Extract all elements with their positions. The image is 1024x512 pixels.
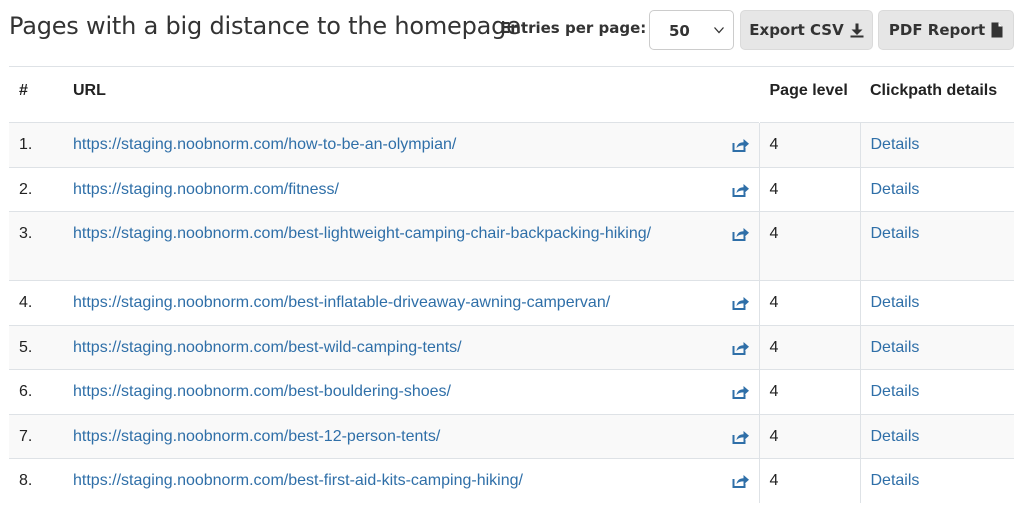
page-level-value: 4	[759, 369, 861, 414]
index-column-header: #	[9, 66, 63, 123]
details-link[interactable]: Details	[871, 294, 920, 311]
details-link[interactable]: Details	[871, 225, 920, 242]
details-link[interactable]: Details	[871, 136, 920, 153]
export-csv-button[interactable]: Export CSV	[740, 10, 873, 50]
page-level-value: 4	[759, 458, 861, 503]
details-cell: Details	[860, 324, 1014, 370]
pdf-report-button[interactable]: PDF Report	[878, 10, 1014, 50]
row-index: 3.	[9, 211, 63, 281]
page-level-value: 4	[759, 122, 861, 167]
row-index: 7.	[9, 413, 63, 459]
entries-per-page-label: Entries per page:	[500, 19, 647, 37]
share-icon[interactable]	[732, 473, 750, 488]
page-level-column-header: Page level	[759, 66, 860, 123]
page-level-value: 4	[759, 166, 861, 212]
url-cell: https://staging.noobnorm.com/best-12-per…	[63, 413, 760, 459]
table-row: 6. https://staging.noobnorm.com/best-boul…	[9, 369, 1014, 414]
url-cell: https://staging.noobnorm.com/best-lightw…	[63, 211, 760, 281]
details-link[interactable]: Details	[871, 472, 920, 489]
share-icon[interactable]	[732, 429, 750, 444]
details-cell: Details	[860, 166, 1014, 212]
page-level-value: 4	[759, 413, 861, 459]
page-level-value: 4	[759, 324, 861, 370]
details-cell: Details	[860, 369, 1014, 414]
row-index: 4.	[9, 280, 63, 325]
url-cell: https://staging.noobnorm.com/best-inflat…	[63, 280, 760, 325]
details-link[interactable]: Details	[871, 428, 920, 445]
share-icon[interactable]	[732, 226, 750, 241]
share-icon[interactable]	[732, 137, 750, 152]
share-icon[interactable]	[732, 340, 750, 355]
page-header: Pages with a big distance to the homepag…	[0, 0, 1024, 62]
entries-per-page-select[interactable]: 50	[649, 10, 734, 50]
url-link[interactable]: https://staging.noobnorm.com/how-to-be-a…	[73, 136, 456, 153]
page-level-value: 4	[759, 211, 861, 281]
details-cell: Details	[860, 122, 1014, 167]
url-cell: https://staging.noobnorm.com/fitness/	[63, 166, 760, 212]
clickpath-details-column-header: Clickpath details	[860, 66, 1014, 123]
page-level-value: 4	[759, 280, 861, 325]
pdf-report-label: PDF Report	[888, 21, 986, 39]
row-index: 1.	[9, 122, 63, 167]
pages-table: # URL Page level Clickpath details 1. htt…	[9, 66, 1014, 503]
url-cell: https://staging.noobnorm.com/best-first-…	[63, 458, 760, 503]
row-index: 5.	[9, 324, 63, 370]
url-link[interactable]: https://staging.noobnorm.com/best-inflat…	[73, 294, 610, 311]
url-link[interactable]: https://staging.noobnorm.com/best-boulde…	[73, 383, 451, 400]
url-cell: https://staging.noobnorm.com/best-boulde…	[63, 369, 760, 414]
table-row: 4. https://staging.noobnorm.com/best-infl…	[9, 280, 1014, 325]
entries-per-page-value: 50	[669, 22, 690, 40]
row-index: 8.	[9, 458, 63, 503]
chevron-down-icon	[714, 27, 724, 34]
details-link[interactable]: Details	[871, 339, 920, 356]
url-link[interactable]: https://staging.noobnorm.com/best-12-per…	[73, 428, 440, 445]
table-row: 7. https://staging.noobnorm.com/best-12-p…	[9, 413, 1014, 459]
table-row: 8. https://staging.noobnorm.com/best-firs…	[9, 458, 1014, 503]
url-link[interactable]: https://staging.noobnorm.com/fitness/	[73, 181, 339, 198]
table-row: 5. https://staging.noobnorm.com/best-wild…	[9, 324, 1014, 370]
share-icon[interactable]	[732, 295, 750, 310]
details-link[interactable]: Details	[871, 383, 920, 400]
details-cell: Details	[860, 211, 1014, 281]
table-row: 2. https://staging.noobnorm.com/fitness/4…	[9, 166, 1014, 212]
table-header-row: # URL Page level Clickpath details	[9, 66, 1014, 123]
details-cell: Details	[860, 280, 1014, 325]
details-cell: Details	[860, 458, 1014, 503]
page-title: Pages with a big distance to the homepag…	[9, 12, 521, 40]
url-link[interactable]: https://staging.noobnorm.com/best-first-…	[73, 472, 523, 489]
url-cell: https://staging.noobnorm.com/best-wild-c…	[63, 324, 760, 370]
url-link[interactable]: https://staging.noobnorm.com/best-lightw…	[73, 225, 651, 242]
details-link[interactable]: Details	[871, 181, 920, 198]
table-row: 3. https://staging.noobnorm.com/best-ligh…	[9, 211, 1014, 281]
export-csv-label: Export CSV	[749, 21, 844, 39]
share-icon[interactable]	[732, 384, 750, 399]
row-index: 6.	[9, 369, 63, 414]
url-link[interactable]: https://staging.noobnorm.com/best-wild-c…	[73, 339, 462, 356]
url-column-header: URL	[63, 66, 759, 123]
table-row: 1. https://staging.noobnorm.com/how-to-be…	[9, 122, 1014, 167]
url-cell: https://staging.noobnorm.com/how-to-be-a…	[63, 122, 760, 167]
file-icon	[991, 22, 1003, 38]
share-icon[interactable]	[732, 182, 750, 197]
row-index: 2.	[9, 166, 63, 212]
details-cell: Details	[860, 413, 1014, 459]
download-icon	[850, 23, 864, 37]
